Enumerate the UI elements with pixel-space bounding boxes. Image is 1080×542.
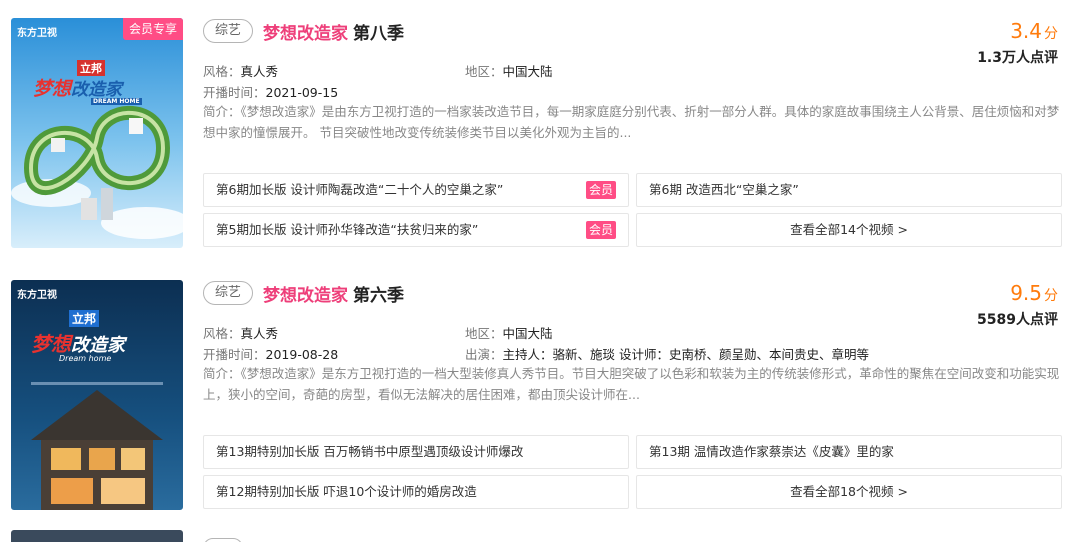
meta-air-date: 开播时间：2021-09-15: [203, 82, 338, 101]
episode-title: 第5期加长版 设计师孙华锋改造“扶贫归来的家”: [216, 222, 479, 237]
meta-air-date: 开播时间：2019-08-28: [203, 344, 338, 363]
meta-region-label: 地区：: [465, 64, 503, 79]
episode-item[interactable]: 第6期加长版 设计师陶磊改造“二十个人的空巢之家” 会员: [203, 173, 629, 207]
meta-style-value: 真人秀: [240, 326, 279, 341]
title-row: 综艺 梦想改造家 第八季: [203, 18, 404, 44]
rating-value: 3.4: [1010, 19, 1042, 43]
view-all-label: 查看全部18个视频 >: [790, 484, 908, 499]
meta-region: 地区：中国大陆: [465, 323, 553, 342]
show-logo-subtitle: DREAM HOME: [91, 98, 142, 105]
review-count: 5589人点评: [977, 312, 1058, 328]
episode-item[interactable]: 第13期 温情改造作家蔡崇达《皮囊》里的家: [636, 435, 1062, 469]
rating-unit: 分: [1044, 26, 1058, 42]
meta-style-value: 真人秀: [240, 64, 279, 79]
meta-region-value: 中国大陆: [502, 326, 553, 341]
meta-cast-value: 主持人：骆新、施琰 设计师：史南桥、颜呈勋、本间贵史、章明等: [502, 347, 869, 362]
episode-item[interactable]: 第5期加长版 设计师孙华锋改造“扶贫归来的家” 会员: [203, 213, 629, 247]
episode-title: 第13期特别加长版 百万畅销书中原型遇顶级设计师爆改: [216, 444, 524, 459]
vip-badge: 会员: [585, 181, 616, 199]
show-summary: 简介：《梦想改造家》是东方卫视打造的一档大型装修真人秀节目。节目大胆突破了以色彩…: [203, 366, 1060, 402]
rating-value: 9.5: [1010, 281, 1042, 305]
view-all-videos-button[interactable]: 查看全部18个视频 >: [636, 475, 1062, 509]
show-info: 综艺 梦想改造家 第六季 9.5 分 5589人点评 风格：真人秀 地区：中国大陆…: [203, 274, 1065, 514]
view-all-videos-button[interactable]: 查看全部14个视频 >: [636, 213, 1062, 247]
episode-item[interactable]: 第12期特别加长版 吓退10个设计师的婚房改造: [203, 475, 629, 509]
show-poster[interactable]: 东方卫视 立邦 梦想改造家 Dream home: [11, 280, 183, 510]
show-summary: 简介：《梦想改造家》是由东方卫视打造的一档家装改造节目，每一期家庭庭分别代表、折…: [203, 104, 1060, 140]
show-logo-subtitle: Dream home: [59, 354, 112, 363]
meta-air-date-label: 开播时间：: [203, 347, 266, 362]
genre-tag[interactable]: 综艺: [203, 281, 254, 305]
season-label[interactable]: 第六季: [353, 281, 404, 306]
meta-air-date-value: 2021-09-15: [265, 85, 339, 100]
show-info: 综艺 梦想改造家 第八季 3.4 分 1.3万人点评 风格：真人秀 地区：中国大陆…: [203, 12, 1065, 252]
meta-region-value: 中国大陆: [502, 64, 553, 79]
meta-air-date-label: 开播时间：: [203, 85, 266, 100]
show-logo-part-b: 改造家: [71, 80, 123, 100]
rating-score: 9.5 分: [1010, 281, 1058, 305]
show-poster-partial[interactable]: [11, 530, 183, 542]
vip-exclusive-badge: 会员专享: [122, 18, 183, 40]
show-title-link[interactable]: 梦想改造家: [263, 19, 348, 44]
episode-title: 第13期 温情改造作家蔡崇达《皮囊》里的家: [649, 444, 894, 459]
meta-air-date-value: 2019-08-28: [265, 347, 339, 362]
meta-style: 风格：真人秀: [203, 61, 278, 80]
channel-logo: 东方卫视: [17, 290, 57, 301]
show-logo-part-b: 改造家: [71, 335, 125, 356]
title-row: 综艺 梦想改造家 第六季: [203, 280, 404, 306]
genre-tag-partial[interactable]: [203, 538, 243, 542]
show-logo: 梦想改造家: [33, 74, 122, 101]
meta-cast: 出演：主持人：骆新、施琰 设计师：史南桥、颜呈勋、本间贵史、章明等: [465, 344, 869, 363]
episode-item[interactable]: 第13期特别加长版 百万畅销书中原型遇顶级设计师爆改: [203, 435, 629, 469]
meta-style: 风格：真人秀: [203, 323, 278, 342]
show-card: 东方卫视 会员专享 立邦 梦想改造家 DREAM HOME 综艺 梦想改造家 第…: [0, 12, 1080, 252]
show-logo-part-a: 梦想: [31, 332, 71, 356]
channel-logo: 东方卫视: [17, 28, 57, 39]
meta-cast-label: 出演：: [465, 347, 503, 362]
episode-title: 第12期特别加长版 吓退10个设计师的婚房改造: [216, 484, 477, 499]
meta-region: 地区：中国大陆: [465, 61, 553, 80]
episode-title: 第6期加长版 设计师陶磊改造“二十个人的空巢之家”: [216, 182, 504, 197]
meta-style-label: 风格：: [203, 326, 241, 341]
sponsor-logo: 立邦: [69, 310, 100, 327]
season-label[interactable]: 第八季: [353, 19, 404, 44]
show-card: 东方卫视 立邦 梦想改造家 Dream home 综艺 梦想改造家 第六季 9.…: [0, 274, 1080, 514]
episode-item[interactable]: 第6期 改造西北“空巢之家”: [636, 173, 1062, 207]
show-logo-part-a: 梦想: [33, 78, 72, 100]
show-logo: 梦想改造家: [31, 328, 125, 357]
show-poster[interactable]: 东方卫视 会员专享 立邦 梦想改造家 DREAM HOME: [11, 18, 183, 248]
rating-unit: 分: [1044, 288, 1058, 304]
meta-style-label: 风格：: [203, 64, 241, 79]
view-all-label: 查看全部14个视频 >: [790, 222, 908, 237]
show-title-link[interactable]: 梦想改造家: [263, 281, 348, 306]
episode-title: 第6期 改造西北“空巢之家”: [649, 182, 799, 197]
vip-badge: 会员: [585, 221, 616, 239]
genre-tag[interactable]: 综艺: [203, 19, 254, 43]
review-count: 1.3万人点评: [977, 50, 1058, 66]
meta-region-label: 地区：: [465, 326, 503, 341]
show-card-partial: [0, 530, 1080, 542]
rating-score: 3.4 分: [1010, 19, 1058, 43]
